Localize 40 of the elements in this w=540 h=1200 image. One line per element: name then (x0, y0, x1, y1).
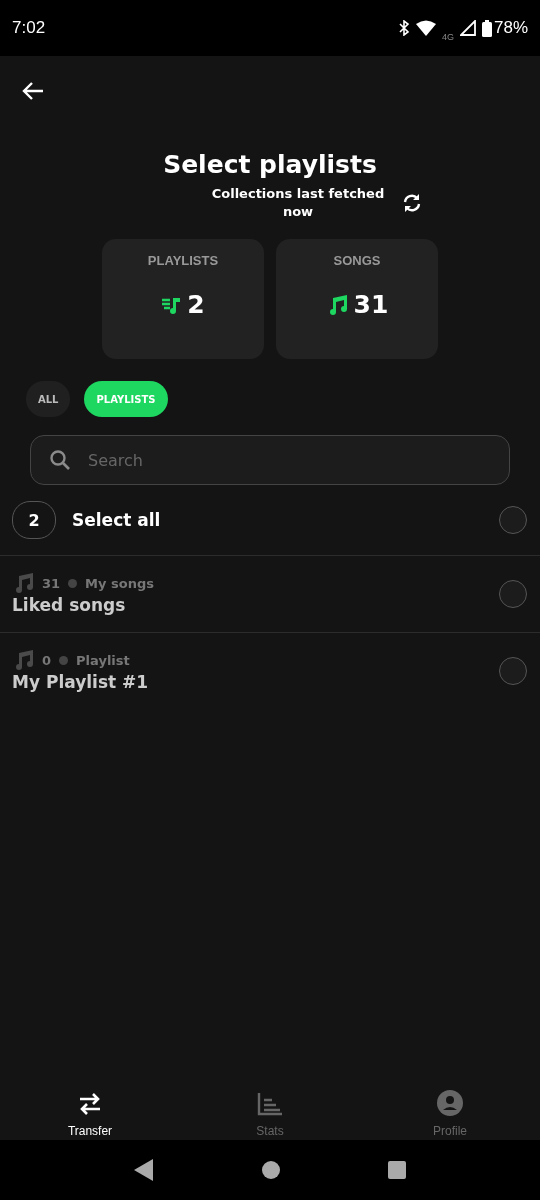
refresh-icon[interactable] (402, 193, 422, 213)
search-icon (49, 449, 71, 471)
select-all-label: Select all (72, 510, 162, 530)
nav-tab[interactable]: Transfer (30, 1070, 150, 1140)
playlist-name: Liked songs (12, 595, 127, 615)
stat-value: 2 (187, 290, 205, 319)
selected-count: 2 (12, 501, 56, 539)
network-type: 4G (441, 32, 454, 42)
song-count: 31 (42, 575, 61, 591)
playlist-type: Playlist (76, 652, 130, 668)
song-count: 0 (42, 652, 52, 668)
battery-icon (481, 19, 492, 37)
transfer-arrows-icon (78, 1092, 102, 1116)
back-nav-icon[interactable] (134, 1159, 154, 1181)
separator-dot (68, 578, 78, 588)
playlist-type: My songs (85, 575, 154, 591)
profile-icon (437, 1090, 463, 1116)
stat-value: 31 (353, 290, 389, 319)
page-title: Select playlists (162, 150, 378, 179)
filter-chip[interactable]: PLAYLISTS (84, 381, 168, 417)
stat-label: SONGS (333, 253, 381, 268)
signal-icon (459, 20, 476, 36)
back-arrow-icon[interactable] (22, 81, 44, 101)
playlist-name: My Playlist #1 (12, 672, 150, 692)
battery-percent: 78% (493, 18, 528, 38)
search-field[interactable]: Search (30, 435, 510, 485)
home-nav-icon[interactable] (262, 1161, 280, 1179)
bar-chart-icon (257, 1092, 283, 1116)
stat-label: PLAYLISTS (147, 253, 219, 268)
playlist-radio[interactable] (499, 580, 527, 608)
playlist-radio[interactable] (499, 657, 527, 685)
select-all-radio[interactable] (499, 506, 527, 534)
separator-dot (59, 655, 69, 665)
bluetooth-icon (397, 20, 410, 36)
fetch-status-text: Collections last fetched now (210, 185, 386, 221)
nav-tab[interactable]: Profile (390, 1070, 510, 1140)
nav-tab[interactable]: Stats (210, 1070, 330, 1140)
filter-chip[interactable]: ALL (26, 381, 71, 417)
wifi-icon (415, 20, 436, 36)
status-time: 7:02 (12, 18, 46, 38)
